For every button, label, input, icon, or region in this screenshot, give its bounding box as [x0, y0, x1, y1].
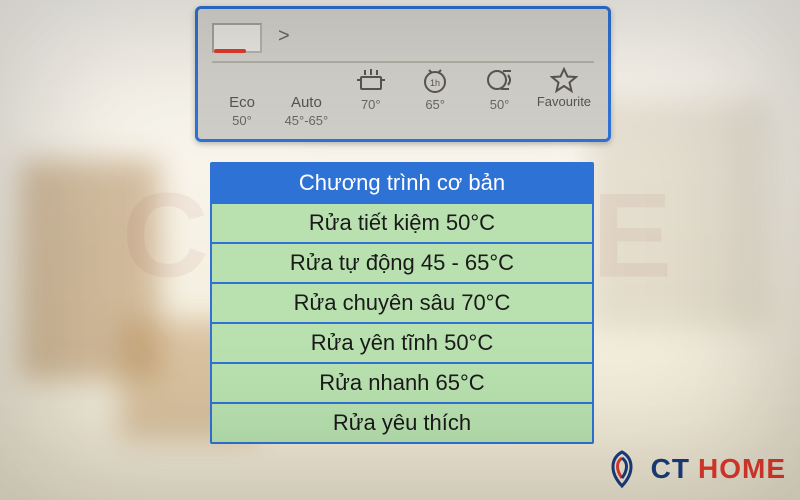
stage: CTHOME www.cthome.vn > Eco 50° Auto 45°: [0, 0, 800, 500]
vignette: [0, 0, 800, 500]
